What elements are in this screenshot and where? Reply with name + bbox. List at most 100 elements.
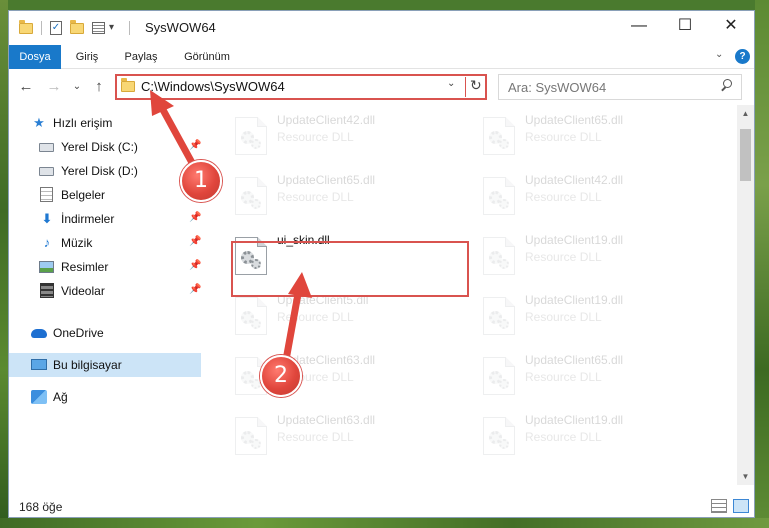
scroll-down-arrow[interactable]: ▼ [737,468,754,485]
recent-locations-button[interactable]: ⌄ [69,76,85,98]
quick-access-dropdown-icon[interactable]: ▾ [109,20,125,36]
network-icon [31,389,47,405]
file-type: Resource DLL [525,370,602,384]
search-placeholder: Ara: SysWOW64 [508,80,607,95]
search-icon[interactable] [719,79,733,93]
help-icon[interactable]: ? [735,49,750,64]
scroll-up-arrow[interactable]: ▲ [737,105,754,122]
file-name: UpdateClient65.dll [525,113,624,127]
sidebar-item-label: Müzik [61,236,93,250]
pin-icon[interactable]: 📌 [189,236,201,247]
documents-icon [39,187,55,203]
sidebar-item-quick-access[interactable]: ★ Hızlı erişim [9,111,201,135]
item-count: 168 öğe [19,500,63,514]
sidebar-item-onedrive[interactable]: OneDrive [9,321,201,345]
tab-paylas[interactable]: Paylaş [117,45,165,69]
forward-button[interactable]: → [43,76,65,98]
vertical-scrollbar[interactable]: ▲ ▼ [737,105,754,485]
refresh-icon[interactable]: ↻ [470,77,482,94]
tab-giris[interactable]: Giriş [67,45,107,69]
pin-icon[interactable]: 📌 [189,140,201,151]
star-icon: ★ [33,115,45,130]
dll-file-icon [235,297,267,335]
sidebar-item-documents[interactable]: Belgeler 📌 [9,183,201,207]
scroll-thumb[interactable] [740,129,751,181]
sidebar-item-network[interactable]: Ağ [9,385,201,409]
sidebar-item-label: Belgeler [61,188,106,202]
large-icons-view-icon[interactable] [733,499,749,513]
up-button[interactable]: ↑ [89,76,109,98]
new-folder-icon[interactable] [70,20,86,36]
file-type: Resource DLL [277,430,354,444]
file-type: Resource DLL [525,310,602,324]
file-name: UpdateClient19.dll [525,233,624,247]
ribbon-tabs: Dosya Giriş Paylaş Görünüm ⌄ ? [9,45,754,69]
pin-icon[interactable]: 📌 [189,212,201,223]
sidebar-item-local-disk-c[interactable]: Yerel Disk (C:) 📌 [9,135,201,159]
file-name: UpdateClient63.dll [277,413,376,427]
sidebar-item-music[interactable]: ♪ Müzik 📌 [9,231,202,255]
file-item[interactable]: UpdateClient65.dll Resource DLL [475,109,711,161]
videos-icon [39,283,55,299]
address-path[interactable]: C:\Windows\SysWOW64 [141,79,285,94]
file-type: Resource DLL [525,190,602,204]
dll-file-icon [483,417,515,455]
back-button[interactable]: ← [15,76,37,98]
address-dropdown-icon[interactable]: ⌄ [447,78,455,89]
ui-skin-highlight-box [231,241,469,297]
file-item[interactable]: UpdateClient65.dll Resource DLL [227,169,463,221]
search-input[interactable]: Ara: SysWOW64 [498,74,742,100]
music-icon: ♪ [43,235,51,250]
drive-icon [39,139,55,155]
tab-gorunum[interactable]: Görünüm [175,45,239,69]
sidebar-item-local-disk-d[interactable]: Yerel Disk (D:) [9,159,201,183]
ribbon-collapse-icon[interactable]: ⌄ [715,49,723,60]
close-button[interactable]: ✕ [708,11,754,41]
dll-file-icon [483,237,515,275]
title-bar: ✓ ▾ SysWOW64 — ☐ ✕ [9,11,754,45]
desktop-background-left [0,0,8,528]
folder-icon [19,20,35,36]
dll-file-icon [483,177,515,215]
navigation-bar: ← → ⌄ ↑ C:\Windows\SysWOW64 ⌄ ↻ Ara: Sys… [9,71,754,103]
file-item[interactable]: UpdateClient42.dll Resource DLL [227,109,463,161]
sidebar-item-label: Hızlı erişim [53,116,113,130]
file-item[interactable]: UpdateClient65.dll Resource DLL [475,349,711,401]
file-name: UpdateClient42.dll [525,173,624,187]
status-bar: 168 öğe [9,495,754,517]
sidebar-item-videos[interactable]: Videolar 📌 [9,279,201,303]
file-name: UpdateClient65.dll [525,353,624,367]
file-name: UpdateClient65.dll [277,173,376,187]
details-view-icon[interactable] [711,499,727,513]
desktop-background-bottom [0,518,769,528]
file-type: Resource DLL [525,130,602,144]
folder-icon [121,78,135,92]
tab-dosya[interactable]: Dosya [9,45,61,69]
file-item[interactable]: UpdateClient19.dll Resource DLL [475,409,711,461]
sidebar-item-downloads[interactable]: ⬇ İndirmeler 📌 [9,207,202,231]
file-item[interactable]: UpdateClient19.dll Resource DLL [475,229,711,281]
file-type: Resource DLL [277,190,354,204]
minimize-button[interactable]: — [616,11,662,41]
navigation-pane: ★ Hızlı erişim Yerel Disk (C:) 📌 Yerel D… [9,105,203,485]
file-item[interactable]: UpdateClient42.dll Resource DLL [475,169,711,221]
address-bar[interactable]: C:\Windows\SysWOW64 ⌄ ↻ [115,74,487,100]
maximize-button[interactable]: ☐ [662,11,708,41]
drive-icon [39,163,55,179]
computer-icon [31,357,47,373]
sidebar-item-label: İndirmeler [61,212,115,226]
file-item[interactable]: UpdateClient19.dll Resource DLL [475,289,711,341]
pin-icon[interactable]: 📌 [189,260,201,271]
checkmark-properties-icon[interactable]: ✓ [48,20,64,36]
sidebar-item-label: Yerel Disk (D:) [61,164,138,178]
desktop-background-right [755,0,769,528]
pin-icon[interactable]: 📌 [189,284,201,295]
step-1-badge: 1 [180,160,222,202]
sidebar-item-pictures[interactable]: Resimler 📌 [9,255,201,279]
properties-icon[interactable] [91,20,107,36]
pictures-icon [39,259,55,275]
sidebar-item-this-pc[interactable]: Bu bilgisayar [9,353,201,377]
file-type: Resource DLL [525,250,602,264]
toolbar-divider [129,21,130,35]
file-item[interactable]: UpdateClient63.dll Resource DLL [227,409,463,461]
